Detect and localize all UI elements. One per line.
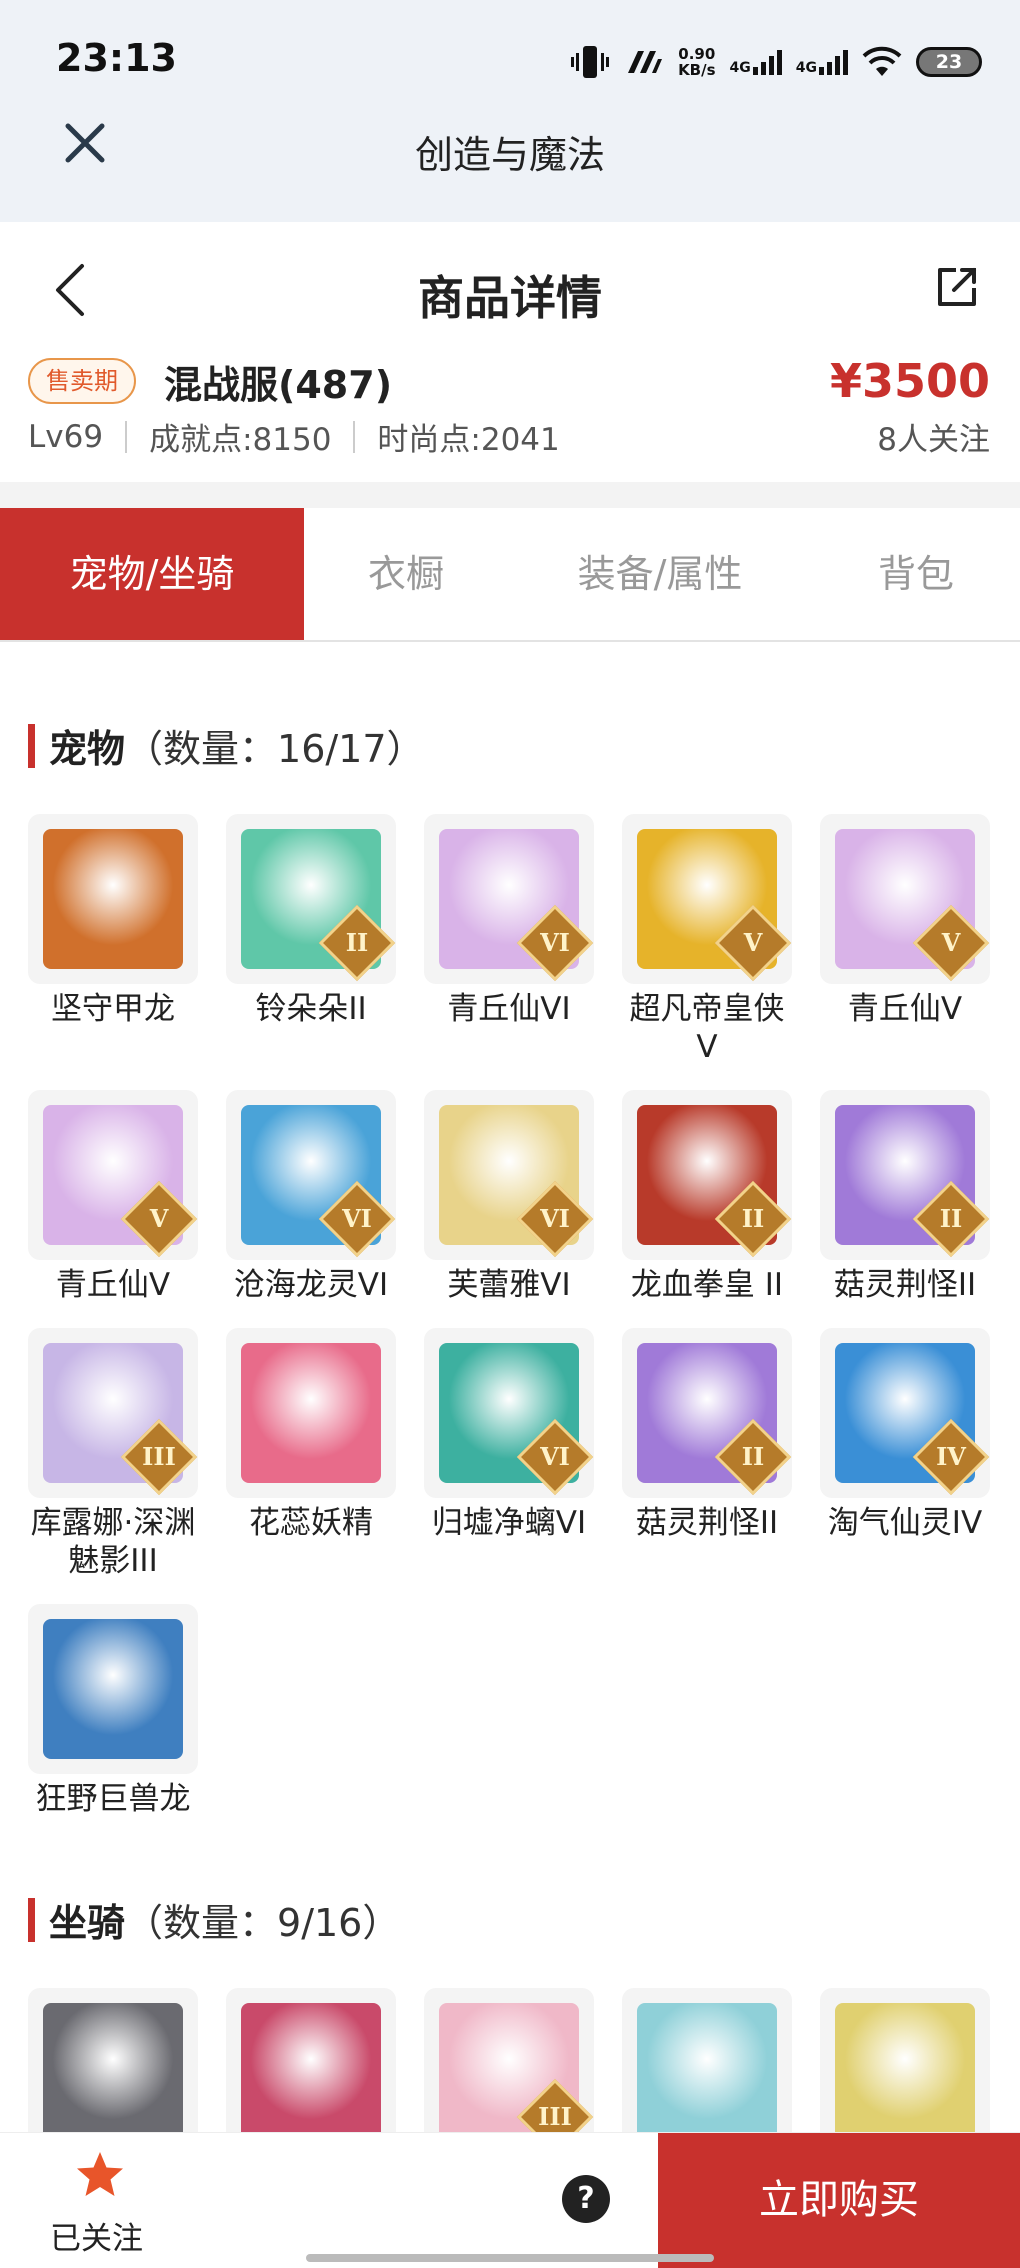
- item-image: [43, 2003, 183, 2143]
- server-name: 混战服(487): [164, 363, 393, 407]
- tab-pets-mounts[interactable]: 宠物/坐骑: [0, 508, 304, 640]
- tab-backpack[interactable]: 背包: [812, 508, 1020, 640]
- nfc-icon: [628, 51, 663, 73]
- pet-item[interactable]: VI 青丘仙VI: [424, 814, 594, 1066]
- status-icons: 0.90 KB/s 4G 4G 23: [570, 40, 982, 84]
- item-thumbnail[interactable]: VI: [226, 1090, 396, 1260]
- section-divider: [0, 482, 1020, 508]
- pet-item[interactable]: II 菇灵荆怪II: [820, 1090, 990, 1304]
- wifi-icon: [862, 46, 902, 76]
- item-name: 芙蕾雅VI: [447, 1267, 571, 1303]
- item-image: [637, 2003, 777, 2143]
- page-header: 商品详情: [0, 222, 1020, 352]
- item-image: [241, 1343, 381, 1483]
- price: ¥3500: [829, 354, 990, 408]
- bottom-bar: 已关注 ? 立即购买: [0, 2132, 1020, 2268]
- item-name: 龙血拳皇 II: [630, 1267, 784, 1303]
- item-thumbnail[interactable]: [226, 1328, 396, 1498]
- item-name: 沧海龙灵VI: [233, 1267, 389, 1303]
- item-thumbnail[interactable]: II: [622, 1090, 792, 1260]
- vibrate-icon: [571, 46, 610, 78]
- item-thumbnail[interactable]: V: [622, 814, 792, 984]
- item-thumbnail[interactable]: VI: [424, 814, 594, 984]
- pet-item[interactable]: 坚守甲龙: [28, 814, 198, 1066]
- share-icon[interactable]: [934, 264, 980, 310]
- pet-item[interactable]: V 超凡帝皇侠V: [622, 814, 792, 1066]
- item-image: [43, 829, 183, 969]
- pet-item[interactable]: II 铃朵朵II: [226, 814, 396, 1066]
- pet-item[interactable]: V 青丘仙V: [820, 814, 990, 1066]
- pets-section-title: 宠物 （数量：16/17）: [28, 718, 425, 773]
- item-name: 青丘仙VI: [447, 991, 571, 1027]
- divider: [353, 420, 356, 453]
- item-thumbnail[interactable]: II: [622, 1328, 792, 1498]
- status-bar: 23:13 0.90 KB/s 4G 4G 23: [0, 0, 1020, 120]
- item-thumbnail[interactable]: VI: [424, 1090, 594, 1260]
- item-image: [43, 1619, 183, 1759]
- tab-bar: 宠物/坐骑 衣橱 装备/属性 背包: [0, 508, 1020, 642]
- level: Lv69: [28, 418, 104, 455]
- item-thumbnail[interactable]: V: [28, 1090, 198, 1260]
- item-thumbnail[interactable]: [28, 1604, 198, 1774]
- pet-item[interactable]: 狂野巨兽龙: [28, 1604, 198, 1818]
- product-header: 售卖期 混战服(487) ¥3500 Lv69 成就点:8150 时尚点:204…: [0, 352, 1020, 482]
- signal-sim1-icon: 4G: [730, 49, 782, 75]
- buy-now-button[interactable]: 立即购买: [658, 2133, 1020, 2268]
- help-icon[interactable]: ?: [562, 2175, 610, 2223]
- item-image: [241, 2003, 381, 2143]
- pet-item[interactable]: VI 归墟净螭VI: [424, 1328, 594, 1580]
- item-name: 菇灵荆怪II: [833, 1267, 977, 1303]
- pet-item[interactable]: 花蕊妖精: [226, 1328, 396, 1580]
- item-name: 铃朵朵II: [255, 991, 367, 1027]
- item-thumbnail[interactable]: IV: [820, 1328, 990, 1498]
- item-thumbnail[interactable]: VI: [424, 1328, 594, 1498]
- item-name: 青丘仙V: [55, 1267, 171, 1303]
- follow-button-label[interactable]: 已关注: [50, 2213, 143, 2258]
- tab-equipment[interactable]: 装备/属性: [508, 508, 812, 640]
- pet-item[interactable]: IV 淘气仙灵IV: [820, 1328, 990, 1580]
- item-name: 坚守甲龙: [51, 991, 175, 1027]
- fashion-points: 时尚点:2041: [377, 422, 560, 458]
- star-icon[interactable]: [74, 2149, 126, 2201]
- item-name: 超凡帝皇侠V: [629, 991, 785, 1065]
- item-name: 狂野巨兽龙: [35, 1781, 191, 1817]
- pet-item[interactable]: VI 芙蕾雅VI: [424, 1090, 594, 1304]
- pet-item[interactable]: III 库露娜·深渊魅影III: [28, 1328, 198, 1580]
- follower-count: 8人关注: [877, 422, 990, 458]
- achievement-points: 成就点:8150: [149, 422, 332, 458]
- signal-sim2-icon: 4G: [796, 49, 848, 75]
- status-badge: 售卖期: [28, 358, 136, 404]
- item-image: [835, 2003, 975, 2143]
- pet-item[interactable]: II 龙血拳皇 II: [622, 1090, 792, 1304]
- item-thumbnail[interactable]: II: [226, 814, 396, 984]
- pets-grid: 坚守甲龙 II 铃朵朵II VI 青丘仙VI V 超凡帝皇侠V V 青丘仙V V 青丘仙V VI 沧海龙…: [28, 814, 998, 1818]
- mounts-section-title: 坐骑 （数量：9/16）: [28, 1892, 400, 1947]
- status-time: 23:13: [56, 36, 177, 80]
- item-name: 青丘仙V: [847, 991, 963, 1027]
- pet-item[interactable]: V 青丘仙V: [28, 1090, 198, 1304]
- account-stats: Lv69 成就点:8150 时尚点:2041: [28, 414, 560, 459]
- item-name: 归墟净螭VI: [431, 1505, 587, 1541]
- item-thumbnail[interactable]: [28, 814, 198, 984]
- item-name: 菇灵荆怪II: [635, 1505, 779, 1541]
- item-thumbnail[interactable]: II: [820, 1090, 990, 1260]
- pet-item[interactable]: VI 沧海龙灵VI: [226, 1090, 396, 1304]
- item-thumbnail[interactable]: III: [28, 1328, 198, 1498]
- item-name: 库露娜·深渊魅影III: [30, 1505, 196, 1579]
- app-title: 创造与魔法: [414, 133, 605, 177]
- tab-wardrobe[interactable]: 衣橱: [304, 508, 508, 640]
- divider: [125, 420, 128, 453]
- battery-icon: 23: [916, 47, 982, 77]
- pet-item[interactable]: II 菇灵荆怪II: [622, 1328, 792, 1580]
- item-thumbnail[interactable]: V: [820, 814, 990, 984]
- item-name: 花蕊妖精: [249, 1505, 373, 1541]
- item-name: 淘气仙灵IV: [827, 1505, 983, 1541]
- net-speed: 0.90 KB/s: [678, 45, 716, 79]
- page-title: 商品详情: [418, 271, 602, 325]
- home-indicator: [306, 2254, 714, 2262]
- top-area: 23:13 0.90 KB/s 4G 4G 23 创造与魔法: [0, 0, 1020, 222]
